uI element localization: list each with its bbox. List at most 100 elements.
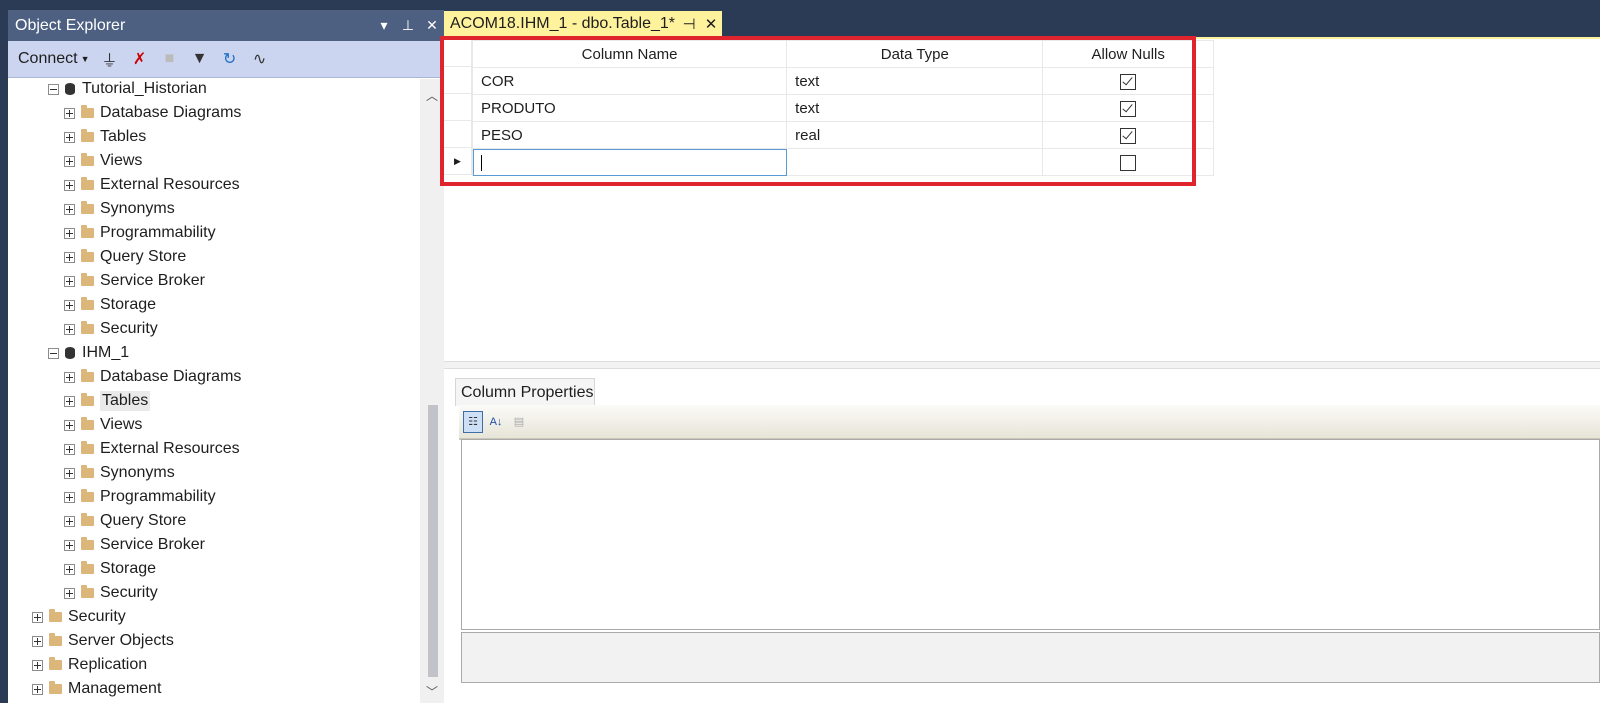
disconnect-icon[interactable]: ✗ [130, 49, 150, 69]
expand-icon[interactable] [64, 131, 75, 143]
data-type-cell[interactable]: text [786, 94, 1044, 122]
data-type-cell[interactable]: real [786, 121, 1044, 149]
tree-node-folder[interactable]: Management [32, 677, 161, 701]
tree-node-folder-selected[interactable]: Tables [64, 389, 151, 413]
tree-node-database[interactable]: IHM_1 [48, 341, 129, 365]
scroll-up-icon[interactable]: ︿ [420, 87, 444, 107]
pin-icon[interactable]: ⊥ [396, 17, 420, 34]
tree-node-folder[interactable]: Database Diagrams [64, 101, 241, 125]
expand-icon[interactable] [32, 635, 43, 647]
expand-icon[interactable] [64, 179, 75, 191]
tree-node-folder[interactable]: Replication [32, 653, 147, 677]
allow-nulls-checkbox[interactable] [1120, 127, 1137, 144]
tree-node-folder[interactable]: Storage [64, 293, 156, 317]
expand-icon[interactable] [64, 155, 75, 167]
stop-icon[interactable]: ■ [160, 49, 180, 69]
pin-icon[interactable]: ⊣ [678, 15, 700, 33]
column-name-input[interactable] [471, 148, 788, 176]
tab-column-properties[interactable]: Column Properties [455, 378, 595, 406]
tree-node-folder[interactable]: Synonyms [64, 461, 175, 485]
expand-icon[interactable] [64, 443, 75, 455]
expand-icon[interactable] [64, 587, 75, 599]
column-name-cell[interactable]: COR [471, 67, 788, 95]
expand-icon[interactable] [64, 467, 75, 479]
expand-icon[interactable] [64, 563, 75, 575]
tree-node-folder[interactable]: Database Diagrams [64, 365, 241, 389]
allow-nulls-checkbox[interactable] [1120, 73, 1137, 90]
window-position-icon[interactable]: ▾ [372, 17, 396, 34]
close-tab-icon[interactable]: ✕ [700, 15, 722, 33]
expand-icon[interactable] [64, 371, 75, 383]
tree-node-folder[interactable]: Security [64, 581, 158, 605]
row-selector-current[interactable]: ▶ [444, 148, 472, 175]
expand-icon[interactable] [64, 491, 75, 503]
expand-icon[interactable] [64, 275, 75, 287]
connect-plug-icon[interactable]: ⏚ [100, 49, 120, 70]
row-selector[interactable] [444, 121, 472, 148]
tree-node-folder[interactable]: Server Objects [32, 629, 174, 653]
folder-icon [81, 561, 94, 574]
tree-node-folder[interactable]: Security [32, 605, 126, 629]
close-icon[interactable]: ✕ [420, 17, 444, 34]
tree-node-label: Replication [68, 656, 148, 673]
tree-node-folder[interactable]: Tables [64, 125, 146, 149]
expand-icon[interactable] [64, 299, 75, 311]
expand-icon[interactable] [64, 251, 75, 263]
tree-node-folder[interactable]: Programmability [64, 221, 216, 245]
tree-node-folder[interactable]: Query Store [64, 245, 186, 269]
expand-icon[interactable] [64, 107, 75, 119]
property-pages-icon[interactable]: ▤ [509, 411, 529, 433]
expand-icon[interactable] [64, 323, 75, 335]
tree-node-folder[interactable]: Security [64, 317, 158, 341]
activity-monitor-icon[interactable]: ∿ [250, 49, 270, 69]
tree-node-folder[interactable]: External Resources [64, 173, 240, 197]
tree-node-folder[interactable]: Programmability [64, 485, 216, 509]
scrollbar-thumb[interactable] [428, 405, 438, 677]
tree-node-folder[interactable]: Service Broker [64, 269, 205, 293]
expand-icon[interactable] [32, 611, 43, 623]
tree-scrollbar[interactable]: ︿ ﹀ [420, 79, 444, 703]
expand-icon[interactable] [64, 539, 75, 551]
expand-icon[interactable] [64, 395, 75, 407]
collapse-icon[interactable] [48, 347, 59, 359]
expand-icon[interactable] [32, 659, 43, 671]
tab-accent-line [444, 37, 1600, 39]
column-name-cell[interactable]: PRODUTO [471, 94, 788, 122]
expand-icon[interactable] [32, 683, 43, 695]
tree-node-label: Security [100, 584, 158, 601]
tree-node-folder[interactable]: External Resources [64, 437, 240, 461]
data-type-cell[interactable] [786, 148, 1044, 176]
row-selector[interactable] [444, 94, 472, 121]
data-type-cell[interactable]: text [786, 67, 1044, 95]
tree-node-folder[interactable]: Service Broker [64, 533, 205, 557]
folder-icon [81, 129, 94, 142]
categorized-icon[interactable]: ☷ [463, 410, 483, 433]
expand-icon[interactable] [64, 227, 75, 239]
expand-icon[interactable] [64, 515, 75, 527]
row-selector[interactable] [444, 67, 472, 94]
allow-nulls-checkbox[interactable] [1120, 154, 1137, 171]
tree-node-folder[interactable]: Storage [64, 557, 156, 581]
folder-icon [49, 609, 62, 622]
tree-node-folder[interactable]: Views [64, 413, 142, 437]
tree-node-folder[interactable]: Query Store [64, 509, 186, 533]
filter-icon[interactable]: ▼ [190, 49, 210, 69]
collapse-icon[interactable] [48, 83, 59, 95]
scroll-down-icon[interactable]: ﹀ [420, 683, 444, 703]
connect-button[interactable]: Connect ▼ [18, 50, 90, 68]
column-properties-tab-label: Column Properties [461, 383, 594, 401]
expand-icon[interactable] [64, 419, 75, 431]
document-tab[interactable]: ACOM18.IHM_1 - dbo.Table_1* ⊣ ✕ [444, 11, 722, 37]
tree-node-folder[interactable]: Synonyms [64, 197, 175, 221]
column-name-cell[interactable]: PESO [471, 121, 788, 149]
sort-alphabetical-icon[interactable]: A↓ [486, 411, 506, 433]
tree-node-label: Database Diagrams [100, 368, 242, 385]
pane-splitter[interactable] [444, 361, 1600, 369]
expand-icon[interactable] [64, 203, 75, 215]
tree-node-database[interactable]: Tutorial_Historian [48, 79, 207, 101]
property-grid[interactable] [461, 439, 1600, 630]
tree-node-folder[interactable]: Views [64, 149, 142, 173]
refresh-icon[interactable]: ↻ [220, 49, 240, 69]
tree-node-label: Tables [100, 391, 151, 411]
allow-nulls-checkbox[interactable] [1120, 100, 1137, 117]
